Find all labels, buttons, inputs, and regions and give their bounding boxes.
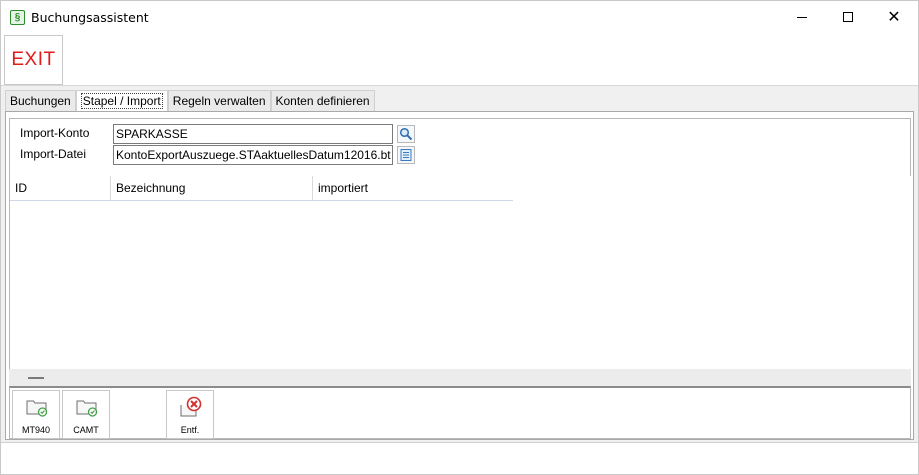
tab-buchungen[interactable]: Buchungen xyxy=(5,90,76,111)
maximize-icon xyxy=(843,12,853,22)
status-strip xyxy=(1,442,918,474)
import-panel: Import-Konto SPARKASSE Import-Datei Kont… xyxy=(5,111,914,440)
toolbar: EXIT xyxy=(1,33,918,86)
app-window: § Buchungsassistent ✕ EXIT Buchungen Sta… xyxy=(0,0,919,475)
import-konto-label: Import-Konto xyxy=(20,126,90,140)
splitter-handle-icon[interactable] xyxy=(28,377,44,379)
folder-icon xyxy=(76,400,98,417)
import-datei-field[interactable]: KontoExportAuszuege.STAaktuellesDatum120… xyxy=(113,145,393,165)
magnifier-icon xyxy=(399,127,413,141)
mt940-label: MT940 xyxy=(21,425,50,435)
column-header-importiert[interactable]: importiert xyxy=(313,176,513,200)
column-header-bezeichnung[interactable]: Bezeichnung xyxy=(111,176,313,200)
tab-regeln-verwalten[interactable]: Regeln verwalten xyxy=(167,90,271,111)
camt-label: CAMT xyxy=(73,425,99,435)
exit-button[interactable]: EXIT xyxy=(4,35,63,85)
delete-button[interactable]: Entf. xyxy=(166,390,214,439)
mt940-import-button[interactable]: MT940 xyxy=(12,390,60,439)
close-button[interactable]: ✕ xyxy=(871,1,917,33)
tab-strip: Buchungen Stapel / Import Regeln verwalt… xyxy=(5,90,375,112)
tab-label: Konten definieren xyxy=(275,94,370,108)
close-icon: ✕ xyxy=(887,7,901,26)
import-grid[interactable]: ID Bezeichnung importiert xyxy=(9,176,911,369)
import-konto-field[interactable]: SPARKASSE xyxy=(113,124,393,144)
konto-search-button[interactable] xyxy=(397,125,415,143)
tab-stapel-import[interactable]: Stapel / Import xyxy=(75,90,168,112)
window-title: Buchungsassistent xyxy=(31,10,149,25)
import-datei-label: Import-Datei xyxy=(20,147,87,161)
title-bar: § Buchungsassistent ✕ xyxy=(1,1,918,33)
delete-label: Entf. xyxy=(180,425,200,435)
column-header-id[interactable]: ID xyxy=(10,176,111,200)
datei-browse-button[interactable] xyxy=(397,146,415,164)
folder-icon xyxy=(26,400,48,417)
tab-konten-definieren[interactable]: Konten definieren xyxy=(270,90,375,111)
app-icon: § xyxy=(10,10,25,25)
panel-splitter[interactable] xyxy=(9,369,911,386)
camt-import-button[interactable]: CAMT xyxy=(62,390,110,439)
action-bar: MT940 CAMT Entf. xyxy=(9,386,911,439)
delete-x-icon xyxy=(180,396,202,417)
tab-label: Buchungen xyxy=(10,94,71,108)
grid-header: ID Bezeichnung importiert xyxy=(10,176,513,201)
maximize-button[interactable] xyxy=(825,1,871,33)
minimize-icon xyxy=(797,16,807,18)
import-form: Import-Konto SPARKASSE Import-Datei Kont… xyxy=(9,118,911,176)
minimize-button[interactable] xyxy=(779,1,825,33)
tab-label: Stapel / Import xyxy=(80,93,163,109)
tab-label: Regeln verwalten xyxy=(172,94,266,108)
file-list-icon xyxy=(400,149,412,161)
